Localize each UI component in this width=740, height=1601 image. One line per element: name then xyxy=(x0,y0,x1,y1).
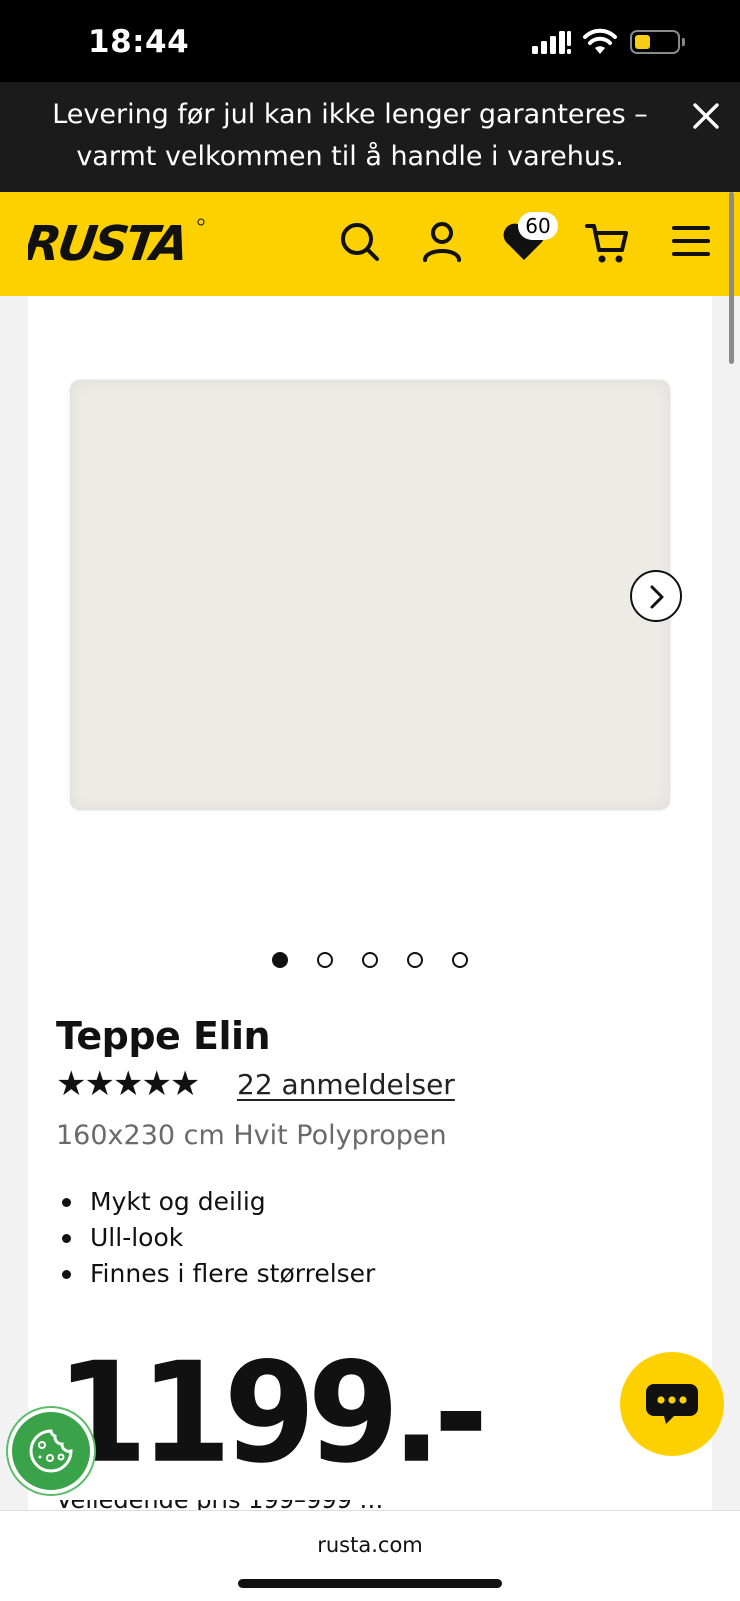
gallery-dot[interactable] xyxy=(452,952,468,968)
site-header: RUSTA xyxy=(0,192,740,296)
feature-item: Mykt og deilig xyxy=(56,1184,375,1220)
browser-bottom-bar: rusta.com xyxy=(0,1510,740,1601)
gallery-dot[interactable] xyxy=(407,952,423,968)
close-icon[interactable] xyxy=(692,102,720,130)
gallery-dot[interactable] xyxy=(362,952,378,968)
price-note: Veiledende pris 199–999 … xyxy=(56,1500,456,1510)
wishlist-count-badge: 60 xyxy=(518,212,558,240)
status-time: 18:44 xyxy=(88,24,190,60)
account-icon[interactable] xyxy=(420,220,464,264)
browser-url[interactable]: rusta.com xyxy=(0,1533,740,1557)
product-image[interactable] xyxy=(70,380,670,810)
scrollbar[interactable] xyxy=(729,192,734,364)
feature-list: Mykt og deilig Ull-look Finnes i flere s… xyxy=(56,1184,375,1292)
status-bar: 18:44 xyxy=(0,0,740,82)
svg-text:RUSTA: RUSTA xyxy=(28,216,190,266)
cellular-signal-icon xyxy=(532,31,571,54)
product-subtitle: 160x230 cm Hvit Polypropen xyxy=(56,1120,447,1151)
product-title: Teppe Elin xyxy=(56,1014,271,1058)
feature-item: Finnes i flere størrelser xyxy=(56,1256,375,1292)
battery-icon xyxy=(630,30,685,54)
chat-button[interactable] xyxy=(620,1352,724,1456)
feature-item: Ull-look xyxy=(56,1220,375,1256)
cookie-settings-button[interactable] xyxy=(8,1408,94,1494)
wifi-icon xyxy=(583,28,617,54)
notice-text: Levering før jul kan ikke lenger garante… xyxy=(52,99,648,172)
rusta-logo[interactable]: RUSTA xyxy=(28,216,208,266)
chevron-right-icon xyxy=(650,585,664,609)
gallery-next-button[interactable] xyxy=(630,570,682,622)
home-indicator[interactable] xyxy=(238,1579,502,1588)
product-price: 1199.- xyxy=(56,1332,488,1495)
gallery-dot[interactable] xyxy=(317,952,333,968)
rating-stars: ★★★★★ xyxy=(56,1065,200,1103)
search-icon[interactable] xyxy=(338,220,382,264)
cart-icon[interactable] xyxy=(584,220,630,266)
chat-icon xyxy=(646,1384,698,1424)
cookie-icon xyxy=(29,1429,73,1473)
delivery-notice-banner: Levering før jul kan ikke lenger garante… xyxy=(0,82,740,192)
menu-icon[interactable] xyxy=(672,224,710,258)
reviews-link[interactable]: 22 anmeldelser xyxy=(237,1068,455,1101)
gallery-dot[interactable] xyxy=(272,952,288,968)
